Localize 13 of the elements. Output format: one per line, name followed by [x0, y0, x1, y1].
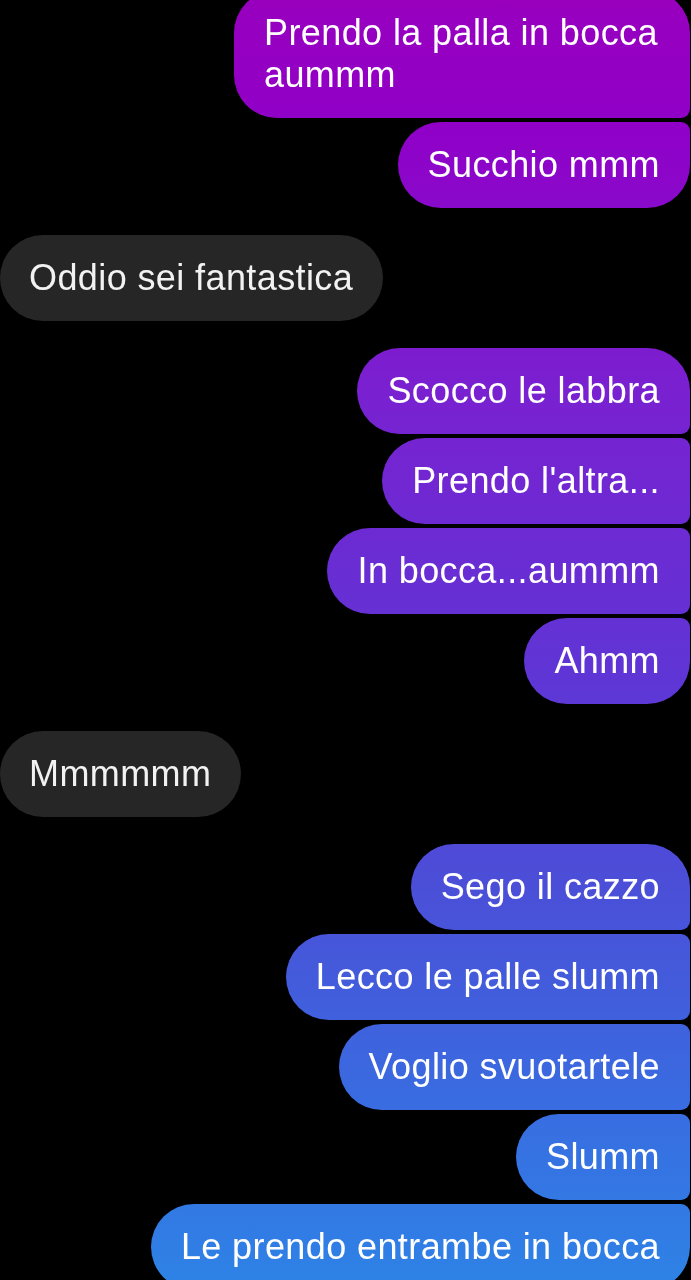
sent-message-bubble: Slumm — [516, 1114, 690, 1200]
sent-message-bubble: In bocca...aummm — [327, 528, 690, 614]
sent-message-bubble: Succhio mmm — [397, 122, 690, 208]
sent-message-bubble: Prendo l'altra... — [382, 438, 690, 524]
sent-message-bubble: Prendo la palla in bocca aummm — [234, 0, 690, 118]
sent-message-bubble: Sego il cazzo — [410, 844, 690, 930]
received-message-bubble: Oddio sei fantastica — [0, 235, 384, 321]
sent-message-bubble: Scocco le labbra — [357, 348, 690, 434]
sent-message-bubble: Ahmm — [524, 618, 690, 704]
received-message-bubble: Mmmmmm — [0, 731, 242, 817]
sent-message-bubble: Voglio svuotartele — [338, 1024, 690, 1110]
sent-message-bubble: Lecco le palle slumm — [285, 934, 690, 1020]
sent-message-bubble: Le prendo entrambe in bocca — [150, 1204, 690, 1280]
